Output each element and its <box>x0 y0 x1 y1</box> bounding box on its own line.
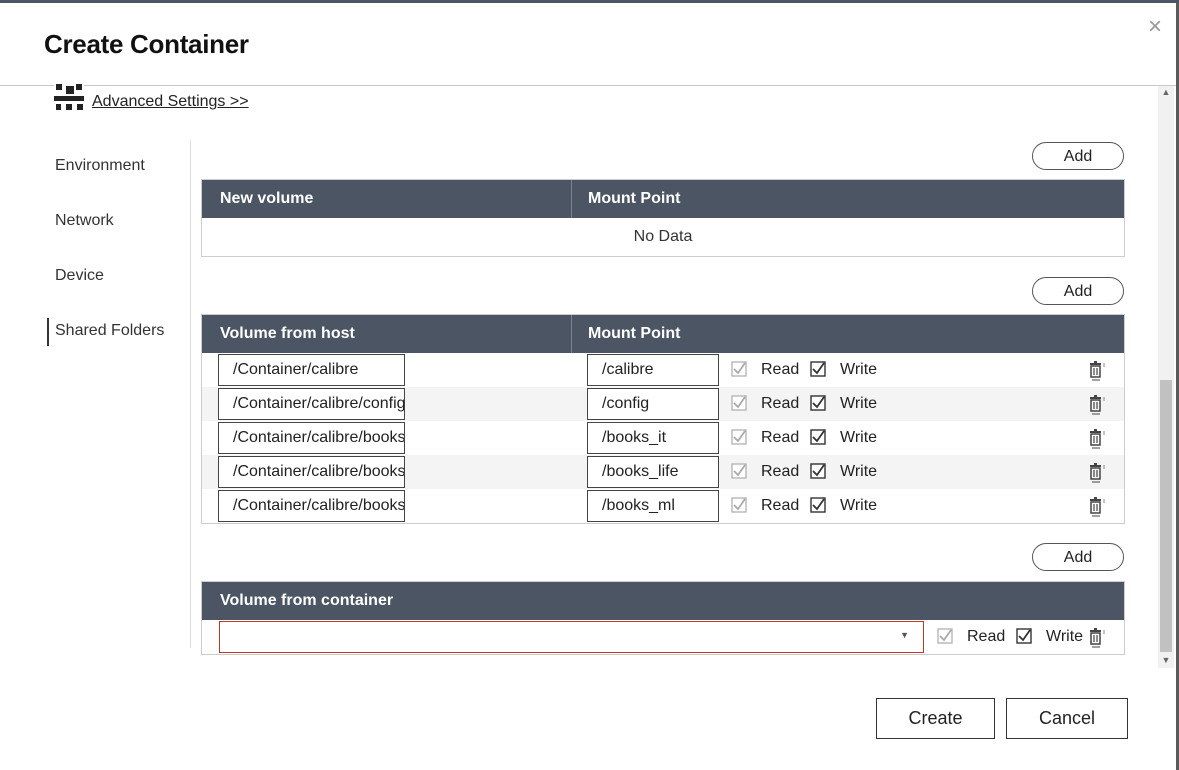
column-header-mount-point: Mount Point <box>588 190 681 207</box>
container-volume-table: Volume from container ▼ Read Write <box>201 581 1125 655</box>
write-label: Write <box>840 395 878 412</box>
read-checkbox[interactable] <box>731 463 747 479</box>
table-row: /Container/calibre/books_life/books_life… <box>202 455 1124 489</box>
write-checkbox[interactable] <box>810 361 826 377</box>
mount-point-input[interactable]: /books_life <box>587 456 719 488</box>
write-label: Write <box>1046 628 1084 645</box>
host-path-input[interactable]: /Container/calibre/config <box>218 388 405 420</box>
create-button[interactable]: Create <box>876 698 995 739</box>
host-volume-table: Volume from host Mount Point /Container/… <box>201 314 1125 524</box>
mount-point-input[interactable]: /calibre <box>587 354 719 386</box>
scrollbar-thumb[interactable] <box>1160 380 1172 652</box>
add-container-volume-button[interactable]: Add <box>1032 543 1124 571</box>
trash-icon[interactable] <box>1088 462 1108 484</box>
nav-item-device[interactable]: Device <box>55 267 104 285</box>
add-host-volume-button[interactable]: Add <box>1032 277 1124 305</box>
mount-point-input[interactable]: /config <box>587 388 719 420</box>
write-checkbox[interactable] <box>810 395 826 411</box>
table-row: /Container/calibre/books_ml/books_ml Read… <box>202 489 1124 523</box>
read-label: Read <box>761 429 800 446</box>
table-row: /Container/calibre/config/config Read Writ… <box>202 387 1124 421</box>
dialog-header: Create Container × <box>0 3 1176 86</box>
trash-icon[interactable] <box>1088 496 1108 518</box>
scroll-down-icon[interactable]: ▼ <box>1158 654 1174 666</box>
settings-nav: Environment Network Device Shared Folder… <box>0 140 191 648</box>
write-label: Write <box>840 429 878 446</box>
trash-icon[interactable] <box>1088 627 1108 649</box>
write-label: Write <box>840 463 878 480</box>
chevron-down-icon: ▼ <box>900 630 909 640</box>
read-label: Read <box>761 497 800 514</box>
cancel-button[interactable]: Cancel <box>1006 698 1128 739</box>
nav-item-shared-folders[interactable]: Shared Folders <box>46 318 164 346</box>
table-header: Volume from container <box>202 582 1124 620</box>
read-checkbox[interactable] <box>731 361 747 377</box>
read-label: Read <box>761 463 800 480</box>
trash-icon[interactable] <box>1088 394 1108 416</box>
host-path-input[interactable]: /Container/calibre/books_it <box>218 422 405 454</box>
read-label: Read <box>967 628 1006 645</box>
read-checkbox[interactable] <box>731 497 747 513</box>
column-header-volume-from-container: Volume from container <box>220 592 394 609</box>
read-label: Read <box>761 395 800 412</box>
write-checkbox[interactable] <box>810 497 826 513</box>
mount-point-input[interactable]: /books_it <box>587 422 719 454</box>
close-icon[interactable]: × <box>1148 13 1162 41</box>
table-header: New volume Mount Point <box>202 180 1124 218</box>
advanced-settings-link[interactable]: Advanced Settings >> <box>92 93 249 111</box>
table-row: /Container/calibre/books_it/books_it Read… <box>202 421 1124 455</box>
column-header-volume-from-host: Volume from host <box>220 325 355 342</box>
nav-item-environment[interactable]: Environment <box>55 157 145 175</box>
empty-state: No Data <box>633 228 693 245</box>
app-logo-icon <box>54 84 84 110</box>
read-label: Read <box>761 361 800 378</box>
scroll-up-icon[interactable]: ▲ <box>1158 86 1174 98</box>
mount-point-input[interactable]: /books_ml <box>587 490 719 522</box>
write-label: Write <box>840 361 878 378</box>
trash-icon[interactable] <box>1088 428 1108 450</box>
dialog-title: Create Container <box>44 29 249 59</box>
container-select[interactable]: ▼ <box>219 621 924 653</box>
host-path-input[interactable]: /Container/calibre/books_life <box>218 456 405 488</box>
table-row: ▼ Read Write <box>202 620 1124 654</box>
read-checkbox[interactable] <box>731 429 747 445</box>
trash-icon[interactable] <box>1088 360 1108 382</box>
write-checkbox[interactable] <box>810 463 826 479</box>
read-checkbox[interactable] <box>731 395 747 411</box>
host-path-input[interactable]: /Container/calibre/books_ml <box>218 490 405 522</box>
nav-item-network[interactable]: Network <box>55 212 114 230</box>
table-header: Volume from host Mount Point <box>202 315 1124 353</box>
table-row: /Container/calibre/calibre Read Write <box>202 353 1124 387</box>
add-new-volume-button[interactable]: Add <box>1032 142 1124 170</box>
read-checkbox[interactable] <box>937 628 953 644</box>
write-checkbox[interactable] <box>1016 628 1032 644</box>
write-label: Write <box>840 497 878 514</box>
column-header-new-volume: New volume <box>220 190 314 207</box>
write-checkbox[interactable] <box>810 429 826 445</box>
host-path-input[interactable]: /Container/calibre <box>218 354 405 386</box>
new-volume-table: New volume Mount Point No Data <box>201 179 1125 257</box>
host-volume-rows: /Container/calibre/calibre Read Write/Cont… <box>202 353 1124 523</box>
column-header-mount-point: Mount Point <box>588 325 681 342</box>
